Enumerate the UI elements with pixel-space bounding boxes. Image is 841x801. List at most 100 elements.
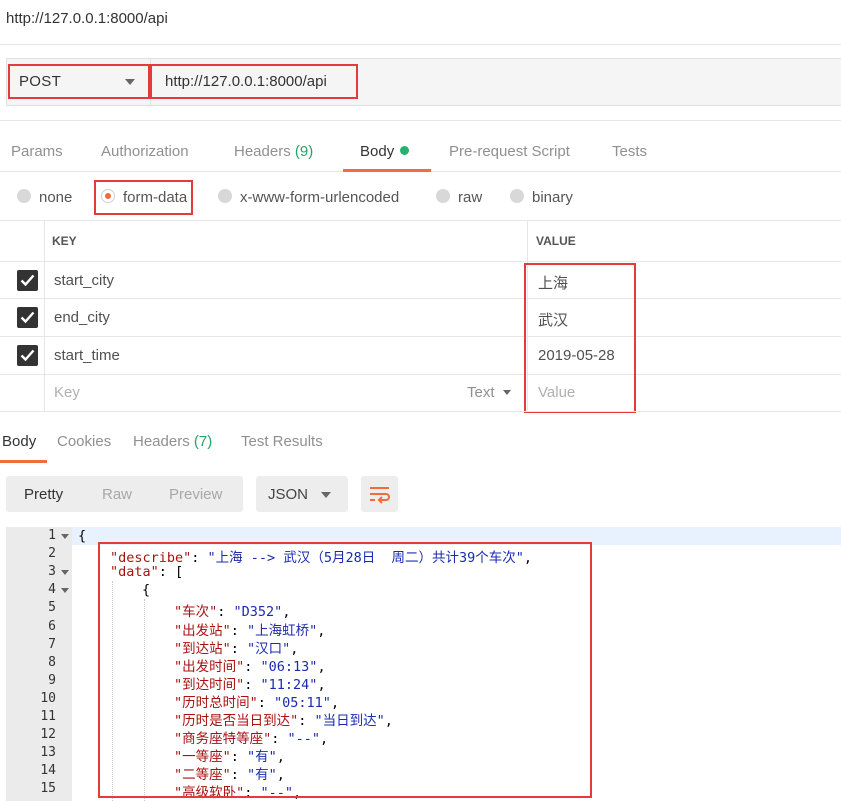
fold-arrow-icon[interactable] — [61, 534, 69, 539]
line-number: 15 — [40, 781, 56, 797]
code-line: "商务座特等座": "--", — [174, 731, 329, 748]
indent-guide — [144, 599, 145, 801]
window-title-url: http://127.0.0.1:8000/api — [6, 10, 168, 27]
row-divider — [0, 336, 841, 337]
chevron-down-icon — [503, 390, 511, 395]
tab-headers-label: Headers — [234, 143, 291, 160]
type-select[interactable]: Text — [467, 384, 495, 401]
code-line: "历时总时间": "05:11", — [174, 694, 340, 711]
wrap-lines-button[interactable] — [361, 476, 398, 512]
code-line: "高级软卧": "--", — [174, 785, 302, 801]
radio-label: raw — [458, 189, 483, 206]
code-line: { — [78, 528, 87, 544]
column-header-key: KEY — [52, 234, 77, 248]
format-select[interactable]: JSON — [256, 476, 348, 512]
tab-body[interactable]: Body — [360, 143, 410, 160]
params-table: KEY VALUE start_city 上海 end_city 武汉 star… — [0, 220, 841, 411]
new-key-input[interactable]: Key — [54, 384, 80, 401]
check-icon — [20, 311, 35, 324]
param-key-cell[interactable]: end_city — [54, 309, 110, 326]
active-line-highlight — [72, 527, 841, 545]
param-value-cell[interactable]: 武汉 — [538, 309, 568, 330]
code-line: "一等座": "有", — [174, 749, 285, 766]
radio-selected-icon — [101, 189, 115, 203]
line-number: 10 — [40, 690, 56, 706]
format-label: JSON — [268, 486, 309, 503]
wrap-icon — [370, 487, 390, 504]
row-divider — [0, 374, 841, 375]
line-number: 2 — [48, 546, 56, 562]
headers-count-badge: (9) — [294, 143, 314, 160]
line-number: 13 — [40, 745, 56, 761]
code-line: "到达时间": "11:24", — [174, 676, 326, 693]
pretty-button[interactable]: Pretty — [24, 486, 63, 503]
line-number: 12 — [40, 727, 56, 743]
tab-cookies[interactable]: Cookies — [57, 433, 111, 450]
raw-button[interactable]: Raw — [102, 486, 132, 503]
column-divider — [44, 221, 45, 411]
line-number: 7 — [48, 636, 56, 652]
tab-response-headers-label: Headers — [133, 433, 190, 450]
line-number: 6 — [48, 618, 56, 634]
param-value-cell[interactable]: 上海 — [538, 272, 568, 293]
active-tab-indicator — [0, 460, 47, 463]
check-icon — [20, 349, 35, 362]
response-tabs: Body Cookies Headers (7) Test Results — [0, 411, 841, 463]
indent-guide — [112, 581, 113, 801]
param-value-cell[interactable]: 2019-05-28 — [538, 347, 615, 364]
line-number: 1 — [48, 528, 56, 543]
tab-prerequest-script[interactable]: Pre-request Script — [449, 143, 570, 160]
fold-arrow-icon[interactable] — [61, 570, 69, 576]
tab-response-body[interactable]: Body — [2, 433, 36, 450]
code-line: "历时是否当日到达": "当日到达", — [174, 713, 393, 729]
request-bar: POST http://127.0.0.1:8000/api — [6, 58, 841, 106]
new-value-input[interactable]: Value — [538, 384, 575, 401]
radio-circle-icon — [436, 189, 450, 203]
param-key-cell[interactable]: start_city — [54, 272, 114, 289]
radio-label: form-data — [123, 189, 188, 206]
code-line: "出发站": "上海虹桥", — [174, 622, 326, 639]
radio-label: x-www-form-urlencoded — [240, 189, 400, 206]
code-line: "data": [ — [110, 564, 184, 581]
radio-circle-icon — [218, 189, 232, 203]
row-checkbox[interactable] — [17, 307, 38, 328]
preview-button[interactable]: Preview — [169, 486, 222, 503]
method-select[interactable]: POST — [7, 59, 150, 105]
fold-arrow-icon[interactable] — [61, 588, 69, 594]
tab-body-label: Body — [360, 143, 395, 160]
divider — [150, 59, 151, 105]
tab-tests[interactable]: Tests — [612, 143, 647, 160]
line-number: 9 — [48, 672, 56, 688]
tab-headers[interactable]: Headers (9) — [234, 143, 313, 160]
line-number: 14 — [40, 763, 56, 779]
active-tab-indicator — [343, 169, 431, 172]
param-key-cell[interactable]: start_time — [54, 347, 120, 364]
code-line: "出发时间": "06:13", — [174, 658, 326, 675]
code-line: "二等座": "有", — [174, 767, 285, 784]
tab-test-results[interactable]: Test Results — [241, 433, 323, 450]
tab-authorization[interactable]: Authorization — [101, 143, 189, 160]
request-tabs: Params Authorization Headers (9) Body Pr… — [0, 120, 841, 172]
line-number: 4 — [48, 582, 56, 598]
row-checkbox[interactable] — [17, 345, 38, 366]
row-divider — [0, 261, 841, 262]
headers-count-badge: (7) — [193, 433, 213, 450]
check-icon — [20, 274, 35, 287]
chevron-down-icon — [125, 79, 135, 85]
radio-label: none — [39, 189, 73, 206]
code-line: { — [142, 582, 151, 599]
active-dot-icon — [400, 146, 410, 155]
chevron-down-icon — [321, 492, 331, 498]
tab-response-headers[interactable]: Headers (7) — [133, 433, 212, 450]
column-header-value: VALUE — [536, 234, 576, 248]
line-number: 3 — [48, 564, 56, 580]
row-checkbox[interactable] — [17, 270, 38, 291]
code-line: "到达站": "汉口", — [174, 640, 299, 657]
url-input[interactable]: http://127.0.0.1:8000/api — [165, 73, 327, 90]
method-label: POST — [19, 73, 62, 90]
response-body-editor[interactable]: 1 {2 "describe": "上海 --> 武汉（5月28日 周二）共计39个… — [6, 527, 841, 801]
divider — [0, 44, 841, 45]
tab-params[interactable]: Params — [11, 143, 63, 160]
view-mode-group: Pretty Raw Preview — [6, 476, 243, 512]
line-number: 8 — [48, 654, 56, 670]
